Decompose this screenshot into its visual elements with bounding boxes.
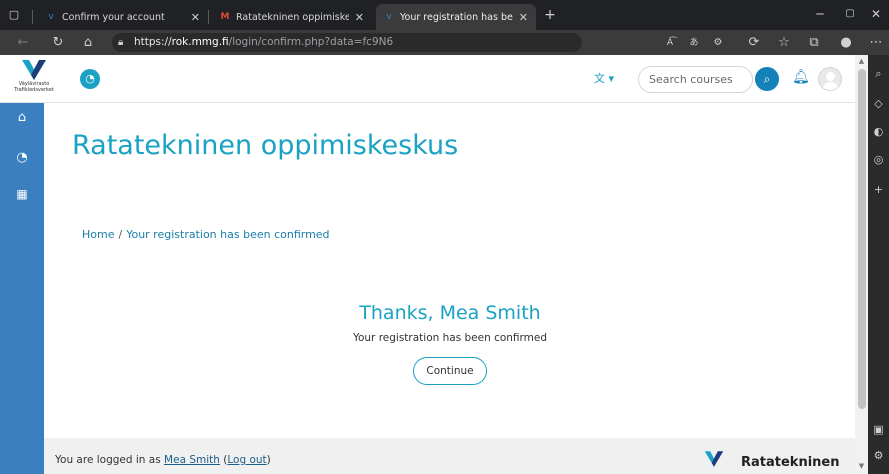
calendar-icon[interactable]: ▦ — [0, 183, 44, 205]
outlook-icon[interactable]: ◎ — [868, 151, 889, 169]
tab-registration-confirmed[interactable]: v Your registration has been confir ✕ — [376, 4, 536, 30]
footer-brand: Ratatekninen — [741, 455, 840, 470]
logo-v-icon — [22, 60, 46, 80]
close-icon[interactable]: ✕ — [355, 11, 364, 24]
moodle-v-icon: v — [386, 12, 392, 22]
refresh-icon[interactable]: ↻ — [48, 33, 68, 53]
maximize-icon[interactable]: ▢ — [837, 5, 863, 23]
site-logo[interactable]: Väylävirasto Trafikledsverket — [6, 59, 62, 101]
top-navbar: Väylävirasto Trafikledsverket ◔ 文 ▾ Sear… — [0, 55, 855, 103]
login-info: You are logged in as Mea Smith (Log out) — [55, 454, 271, 466]
scroll-down-icon[interactable]: ▼ — [855, 460, 868, 472]
moodle-v-icon: v — [48, 12, 54, 22]
gmail-icon: M — [220, 12, 230, 22]
collections-icon[interactable]: ⧉ — [804, 33, 824, 53]
language-menu[interactable]: 文 ▾ — [594, 70, 614, 86]
dashboard-icon[interactable]: ◔ — [80, 69, 100, 89]
minimize-icon[interactable]: ─ — [807, 5, 833, 23]
tab-actions-icon[interactable]: ▢ — [5, 5, 23, 23]
close-icon[interactable]: ✕ — [519, 11, 528, 24]
browser-tab-bar: ▢ v Confirm your account ✕ M Ratateknine… — [0, 0, 889, 30]
tools-icon[interactable]: ◐ — [868, 123, 889, 141]
logout-link[interactable]: Log out — [227, 454, 266, 466]
tab-gmail[interactable]: M Ratatekninen oppimiskeskus: acc ✕ — [212, 4, 372, 30]
lock-icon: 🔒︎ — [118, 37, 124, 48]
breadcrumb-home-link[interactable]: Home — [82, 228, 114, 241]
breadcrumb-current: Your registration has been confirmed — [126, 228, 330, 241]
search-icon[interactable]: ⌕ — [868, 65, 889, 83]
confirmation-message: Your registration has been confirmed — [352, 332, 548, 344]
settings-icon[interactable]: ⚙ — [868, 447, 889, 465]
continue-button[interactable]: Continue — [413, 357, 487, 385]
user-avatar[interactable] — [818, 67, 842, 91]
back-icon[interactable]: ← — [13, 33, 33, 53]
shopping-icon[interactable]: ◇ — [868, 95, 889, 113]
search-button[interactable]: ⌕ — [755, 67, 779, 91]
language-icon: 文 — [594, 72, 605, 85]
profile-icon[interactable]: ● — [836, 33, 856, 53]
left-nav-drawer: ⌂ ◔ ▦ — [0, 103, 44, 474]
brand-logo-icon — [704, 451, 724, 467]
breadcrumb: Home / Your registration has been confirme… — [82, 228, 330, 241]
tab-confirm-account[interactable]: v Confirm your account ✕ — [38, 4, 208, 30]
browser-address-bar: ← ↻ ⌂ 🔒︎ https://rok.mmg.fi/login/confirm… — [0, 30, 889, 55]
search-icon: ⌕ — [763, 72, 771, 86]
scroll-up-icon[interactable]: ▲ — [855, 55, 868, 67]
breadcrumb-separator: / — [118, 228, 123, 241]
read-aloud-icon[interactable]: A͡ — [660, 33, 680, 53]
thanks-heading: Thanks, Mea Smith — [359, 302, 541, 324]
translate-icon[interactable]: あ — [684, 33, 704, 53]
site-title: Ratatekninen oppimiskeskus — [72, 130, 459, 161]
notifications-bell-icon[interactable]: 🔔︎ — [792, 69, 810, 85]
more-icon[interactable]: ⋯ — [866, 33, 886, 53]
page: Väylävirasto Trafikledsverket ◔ 文 ▾ Sear… — [0, 55, 868, 474]
refresh-icon-2[interactable]: ⟳ — [744, 33, 764, 53]
dashboard-icon[interactable]: ◔ — [0, 147, 44, 169]
favorites-icon[interactable]: ☆ — [774, 33, 794, 53]
browser-sidebar: ⌕ ◇ ◐ ◎ + ▣ ⚙ — [868, 55, 889, 474]
new-tab-icon[interactable]: + — [540, 5, 560, 25]
home-icon[interactable]: ⌂ — [78, 33, 98, 53]
extensions-icon[interactable]: ⚙ — [708, 33, 728, 53]
footer: You are logged in as Mea Smith (Log out)… — [44, 438, 855, 474]
url-field[interactable]: 🔒︎ https://rok.mmg.fi/login/confirm.php?d… — [112, 33, 582, 52]
window-close-icon[interactable]: ✕ — [863, 5, 889, 23]
profile-link[interactable]: Mea Smith — [164, 454, 220, 466]
scrollbar-thumb[interactable] — [858, 69, 866, 409]
add-icon[interactable]: + — [868, 181, 889, 199]
sidebar-layout-icon[interactable]: ▣ — [868, 421, 889, 439]
home-icon[interactable]: ⌂ — [0, 107, 44, 129]
search-input[interactable]: Search courses — [638, 66, 753, 93]
close-icon[interactable]: ✕ — [191, 11, 200, 24]
